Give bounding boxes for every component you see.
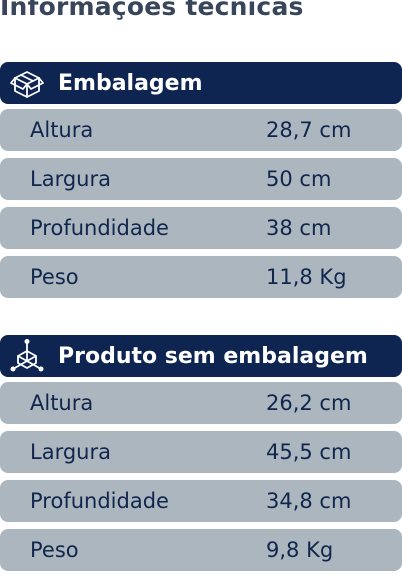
spec-label: Peso xyxy=(30,265,79,289)
spec-value: 34,8 cm xyxy=(266,489,352,513)
spec-value: 50 cm xyxy=(266,167,332,191)
section-heading: Produto sem embalagem xyxy=(58,343,368,369)
spec-value: 11,8 Kg xyxy=(266,265,347,289)
spec-value: 28,7 cm xyxy=(266,118,352,142)
spec-label: Largura xyxy=(30,167,111,191)
product-header: Produto sem embalagem xyxy=(0,335,402,377)
spec-value: 38 cm xyxy=(266,216,332,240)
spec-value: 45,5 cm xyxy=(266,440,352,464)
section-heading: Embalagem xyxy=(58,70,203,96)
spec-row-width: Largura 50 cm xyxy=(0,158,402,200)
product-section: Produto sem embalagem Altura 26,2 cm Lar… xyxy=(0,335,402,578)
spec-label: Altura xyxy=(30,391,94,415)
packaging-header: Embalagem xyxy=(0,62,402,104)
dimensions-icon xyxy=(8,339,46,373)
spec-row-height: Altura 26,2 cm xyxy=(0,382,402,424)
spec-label: Peso xyxy=(30,538,79,562)
spec-value: 9,8 Kg xyxy=(266,538,334,562)
spec-value: 26,2 cm xyxy=(266,391,352,415)
spec-label: Altura xyxy=(30,118,94,142)
spec-label: Profundidade xyxy=(30,216,169,240)
spec-row-height: Altura 28,7 cm xyxy=(0,109,402,151)
packaging-section: Embalagem Altura 28,7 cm Largura 50 cm P… xyxy=(0,62,402,305)
spec-row-weight: Peso 9,8 Kg xyxy=(0,529,402,571)
spec-label: Largura xyxy=(30,440,111,464)
spec-row-width: Largura 45,5 cm xyxy=(0,431,402,473)
box-icon xyxy=(8,66,46,100)
spec-row-weight: Peso 11,8 Kg xyxy=(0,256,402,298)
page-title: Informações técnicas xyxy=(0,0,304,21)
spec-label: Profundidade xyxy=(30,489,169,513)
spec-row-depth: Profundidade 38 cm xyxy=(0,207,402,249)
spec-row-depth: Profundidade 34,8 cm xyxy=(0,480,402,522)
